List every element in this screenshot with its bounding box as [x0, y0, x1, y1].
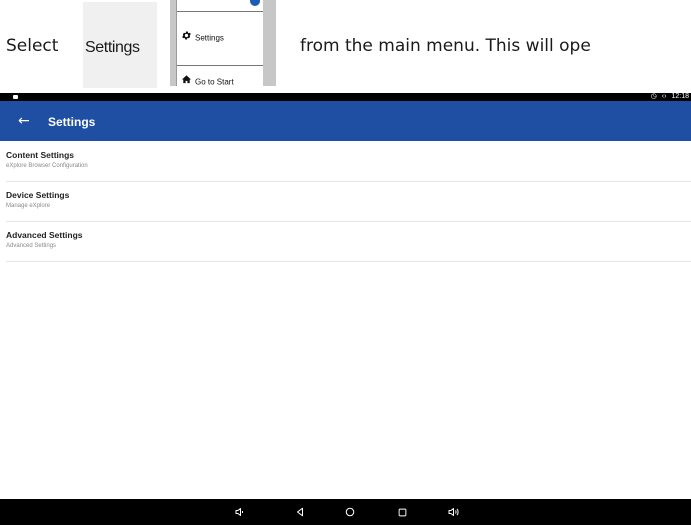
- recents-icon[interactable]: [390, 499, 414, 525]
- settings-item-content[interactable]: Content Settings eXplore Browser Configu…: [6, 141, 691, 182]
- settings-label-chip: Settings: [83, 2, 157, 88]
- volume-up-icon[interactable]: [442, 499, 466, 525]
- home-icon: [181, 74, 192, 86]
- settings-item-title: Content Settings: [6, 150, 74, 160]
- app-bar: ← Settings: [0, 101, 691, 141]
- alarm-icon: ◷: [650, 93, 657, 100]
- instruction-select-text: Select: [6, 36, 59, 56]
- instruction-rest-text: from the main menu. This will ope: [300, 36, 591, 56]
- back-arrow-icon[interactable]: ←: [18, 111, 32, 131]
- status-bar-right: ◷ ‹› 12:18: [646, 93, 689, 101]
- menu-divider: [177, 65, 263, 66]
- main-menu-panel: Settings Go to Start: [176, 0, 263, 86]
- status-time: 12:18: [671, 93, 689, 100]
- settings-item-subtitle: Advanced Settings: [6, 243, 57, 249]
- home-icon[interactable]: [338, 499, 362, 525]
- back-icon[interactable]: [288, 499, 312, 525]
- settings-item-subtitle: eXplore Browser Configuration: [6, 163, 88, 169]
- settings-chip-text: Settings: [85, 39, 140, 56]
- volume-down-icon[interactable]: [228, 499, 252, 525]
- settings-item-title: Advanced Settings: [6, 230, 83, 240]
- navigation-bar: [0, 499, 691, 525]
- settings-item-title: Device Settings: [6, 190, 70, 200]
- menu-item-settings[interactable]: Settings: [181, 30, 224, 46]
- status-bar: ◷ ‹› 12:18: [0, 93, 691, 101]
- menu-item-settings-label: Settings: [195, 33, 224, 43]
- menu-item-go-to-start-label: Go to Start: [195, 77, 234, 86]
- settings-item-subtitle: Manage eXplore: [6, 203, 51, 209]
- code-icon: ‹›: [661, 93, 667, 100]
- page-title: Settings: [48, 115, 96, 129]
- notification-badge: [250, 0, 260, 6]
- gear-icon: [181, 30, 192, 47]
- settings-item-advanced[interactable]: Advanced Settings Advanced Settings: [6, 221, 691, 262]
- menu-divider: [177, 11, 263, 12]
- settings-item-device[interactable]: Device Settings Manage eXplore: [6, 181, 691, 222]
- menu-item-go-to-start[interactable]: Go to Start: [181, 74, 234, 86]
- notification-icon: [13, 95, 18, 99]
- main-menu-thumbnail: Settings Go to Start: [170, 0, 276, 86]
